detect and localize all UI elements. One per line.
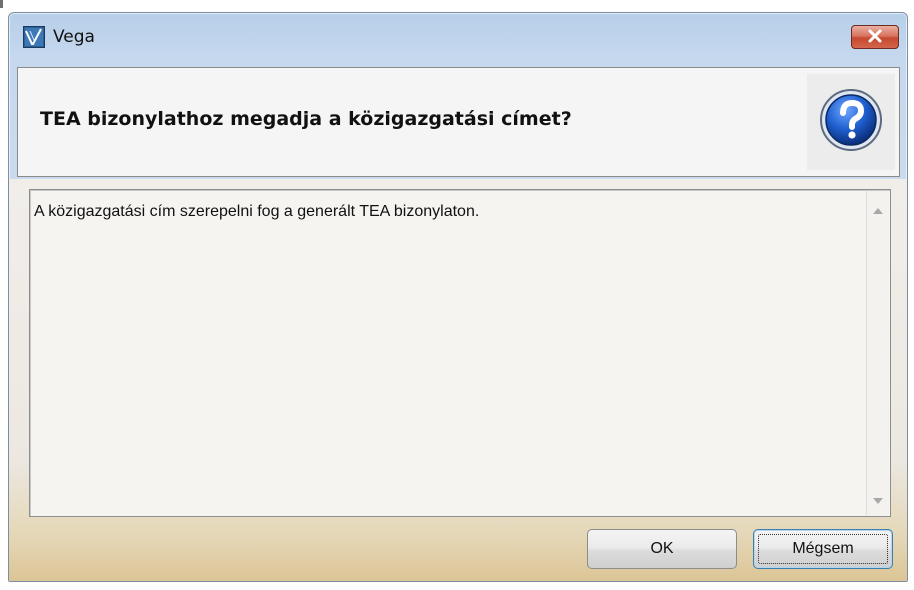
question-mark-icon [819, 88, 883, 156]
title-bar[interactable]: Vega [9, 13, 907, 63]
ok-button-label: OK [650, 540, 674, 557]
question-text: TEA bizonylathoz megadja a közigazgatási… [40, 108, 572, 130]
close-button[interactable] [851, 25, 899, 49]
scroll-up-arrow-icon [873, 199, 883, 218]
ok-button[interactable]: OK [587, 529, 737, 569]
scroll-down-button[interactable] [867, 487, 889, 509]
vertical-scrollbar[interactable] [866, 191, 889, 515]
cancel-button-label: Mégsem [792, 540, 854, 557]
scroll-up-button[interactable] [867, 197, 889, 219]
message-text: A közigazgatási cím szerepelni fog a gen… [34, 203, 480, 220]
vega-app-icon [23, 26, 45, 48]
message-textbox[interactable]: A közigazgatási cím szerepelni fog a gen… [29, 189, 891, 517]
dialog-window: Vega TEA bizonylathoz megadja a közigazg… [8, 12, 908, 582]
dialog-body: A közigazgatási cím szerepelni fog a gen… [9, 179, 907, 581]
close-icon [867, 28, 883, 47]
screen-corner-mark [0, 0, 3, 8]
help-icon-container [807, 74, 895, 170]
cancel-button[interactable]: Mégsem [753, 529, 893, 569]
scroll-down-arrow-icon [873, 489, 883, 508]
window-title: Vega [53, 27, 95, 47]
question-header: TEA bizonylathoz megadja a közigazgatási… [17, 67, 900, 177]
